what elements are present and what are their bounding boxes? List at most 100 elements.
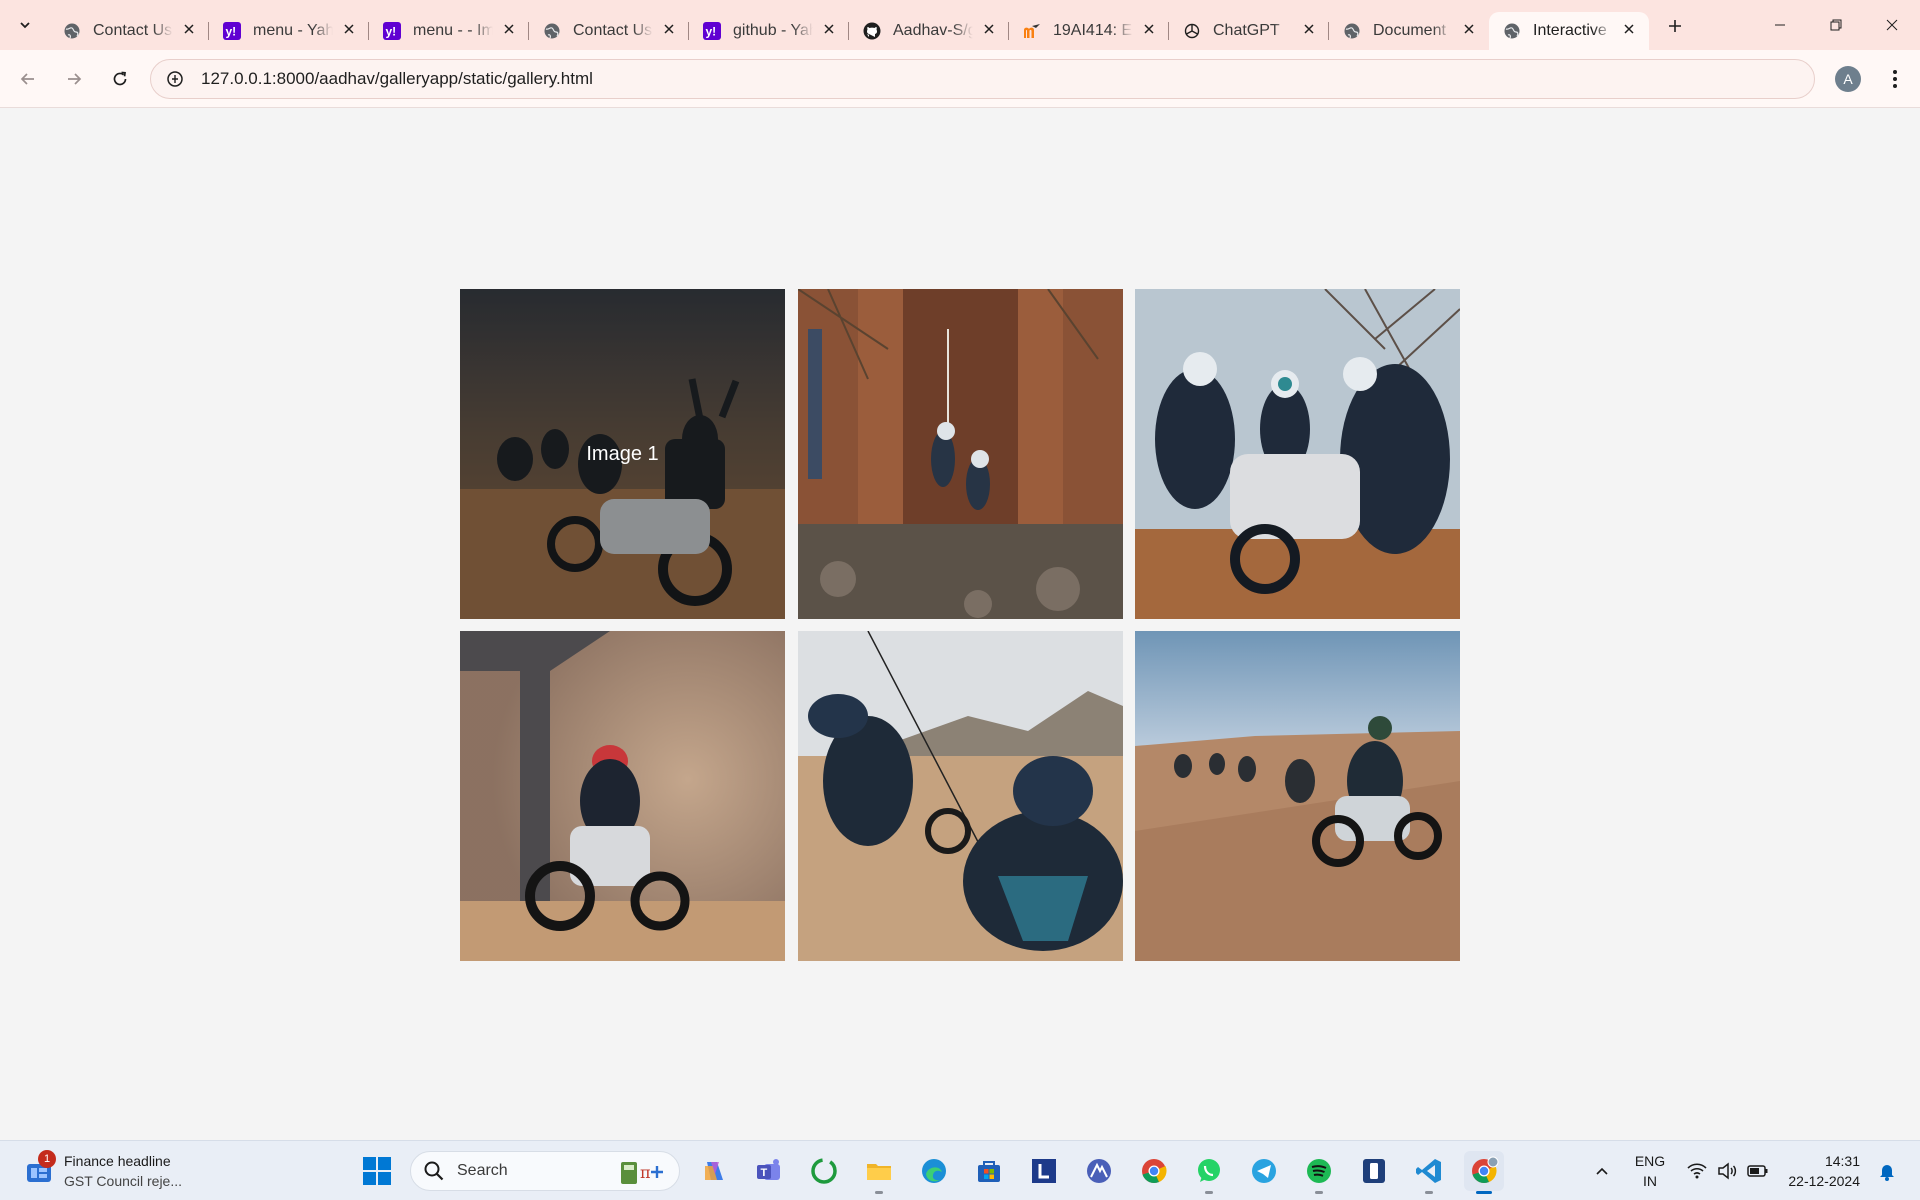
site-info-button[interactable] (157, 61, 193, 97)
notifications-button[interactable] (1872, 1151, 1902, 1191)
taskbar-app-vscode[interactable] (1409, 1151, 1449, 1194)
tab-close-button[interactable] (179, 21, 199, 41)
taskbar-app-xbox[interactable] (804, 1151, 844, 1191)
taskbar-app-store[interactable] (969, 1151, 1009, 1191)
chevron-down-icon (20, 22, 30, 29)
tab-close-button[interactable] (1299, 21, 1319, 41)
taskbar-app-phone-link[interactable] (1354, 1151, 1394, 1191)
system-tray-status[interactable] (1686, 1141, 1770, 1200)
telegram-icon (1252, 1159, 1276, 1183)
widget-subtitle: GST Council reje... (64, 1173, 183, 1189)
volume-icon (1718, 1162, 1737, 1180)
tab-8[interactable]: ChatGPT (1168, 12, 1329, 50)
tab-3[interactable]: y! menu - - Image Search (368, 12, 529, 50)
tab-7[interactable]: 19AI414: E (1008, 12, 1169, 50)
forward-button[interactable] (54, 59, 94, 99)
battery-icon (1747, 1165, 1768, 1177)
gallery-item-5[interactable] (797, 631, 1123, 961)
globe-icon (543, 22, 561, 40)
language-code: ENG (1634, 1153, 1666, 1169)
search-highlight-icon: π (621, 1162, 663, 1184)
tab-10[interactable]: Interactive (1489, 12, 1649, 50)
tab-title: menu - - Image Search (413, 22, 493, 39)
taskbar-app-chrome-profile[interactable] (1464, 1151, 1504, 1194)
tab-4[interactable]: Contact Us (528, 12, 689, 50)
url-text[interactable]: 127.0.0.1:8000/aadhav/galleryapp/static/… (201, 69, 593, 89)
taskbar-app-teams[interactable]: T (749, 1151, 789, 1191)
gallery-item-4[interactable] (460, 631, 785, 961)
copilot-icon (705, 1162, 723, 1180)
tab-6[interactable]: Aadhav-S/gallery (848, 12, 1009, 50)
taskbar-app-telegram[interactable] (1244, 1151, 1284, 1191)
tab-title: menu - Yahoo Search (253, 22, 333, 39)
gallery-item-1[interactable]: Image 1 (460, 289, 785, 619)
close-icon (983, 22, 995, 40)
svg-text:y!: y! (226, 25, 237, 39)
close-icon (663, 22, 675, 40)
back-button[interactable] (8, 59, 48, 99)
address-bar[interactable]: 127.0.0.1:8000/aadhav/galleryapp/static/… (150, 59, 1815, 99)
close-icon (183, 22, 195, 40)
minimize-icon (1775, 24, 1785, 26)
gallery-item-3[interactable] (1135, 289, 1460, 619)
taskbar-app-l[interactable] (1024, 1151, 1064, 1191)
taskbar-app-whatsapp[interactable] (1189, 1151, 1229, 1194)
tab-close-button[interactable] (1139, 21, 1159, 41)
tab-9[interactable]: Document (1328, 12, 1489, 50)
tab-close-button[interactable] (1459, 21, 1479, 41)
gallery-image (1135, 631, 1460, 961)
svg-text:π: π (640, 1163, 651, 1182)
running-indicator (875, 1191, 883, 1194)
tab-close-button[interactable] (659, 21, 679, 41)
arrow-right-icon (68, 72, 82, 85)
svg-text:y!: y! (386, 25, 397, 39)
close-icon (1303, 22, 1315, 40)
tab-close-button[interactable] (499, 21, 519, 41)
tab-close-button[interactable] (339, 21, 359, 41)
image-gallery: Image 1 (460, 289, 1460, 961)
running-indicator (1315, 1191, 1323, 1194)
tab-search-button[interactable] (7, 7, 43, 43)
gallery-item-6[interactable] (1135, 631, 1460, 961)
tab-list: Contact Us y! menu - Yahoo Search y! menu - … (49, 0, 1649, 50)
taskbar-app-chrome[interactable] (1134, 1151, 1174, 1191)
taskbar-app-vpn[interactable] (1079, 1151, 1119, 1191)
close-icon (343, 22, 355, 40)
new-tab-button[interactable] (1659, 10, 1691, 42)
taskbar-app-file-explorer[interactable] (859, 1151, 899, 1194)
taskbar-app-spotify[interactable] (1299, 1151, 1339, 1194)
tab-close-button[interactable] (1619, 21, 1639, 41)
minimize-button[interactable] (1752, 0, 1808, 50)
start-button[interactable] (360, 1154, 394, 1188)
gallery-image (797, 289, 1123, 619)
tab-close-button[interactable] (979, 21, 999, 41)
tab-5[interactable]: y! github - Yahoo Search (688, 12, 849, 50)
system-clock[interactable]: 14:31 22-12-2024 (1780, 1151, 1860, 1191)
tab-title: Aadhav-S/gallery (893, 22, 973, 39)
browser-toolbar: 127.0.0.1:8000/aadhav/galleryapp/static/… (0, 50, 1920, 108)
news-widget[interactable]: 1 Finance headline GST Council reje... (24, 1149, 194, 1193)
store-icon (978, 1161, 1000, 1182)
profile-avatar[interactable]: A (1835, 66, 1861, 92)
tab-2[interactable]: y! menu - Yahoo Search (208, 12, 369, 50)
input-language[interactable]: ENG IN (1628, 1151, 1672, 1191)
close-window-button[interactable] (1864, 0, 1920, 50)
tab-title: Contact Us (93, 22, 173, 39)
taskbar-search[interactable]: Search π (410, 1151, 680, 1191)
tab-1[interactable]: Contact Us (49, 12, 209, 50)
tab-title: Contact Us (573, 22, 653, 39)
restore-button[interactable] (1808, 0, 1864, 50)
yahoo-icon: y! (223, 22, 241, 40)
gallery-item-2[interactable] (797, 289, 1123, 619)
show-hidden-icons-button[interactable] (1582, 1151, 1622, 1191)
reload-button[interactable] (100, 59, 140, 99)
search-placeholder: Search (457, 1162, 508, 1179)
browser-menu-button[interactable] (1880, 63, 1910, 95)
restore-icon (1830, 19, 1842, 31)
taskbar-app-edge[interactable] (914, 1151, 954, 1191)
taskbar-app-copilot[interactable] (694, 1151, 734, 1191)
running-indicator (1425, 1191, 1433, 1194)
tab-close-button[interactable] (819, 21, 839, 41)
xbox-icon (811, 1158, 837, 1184)
windows-taskbar: 1 Finance headline GST Council reje... S… (0, 1140, 1920, 1200)
